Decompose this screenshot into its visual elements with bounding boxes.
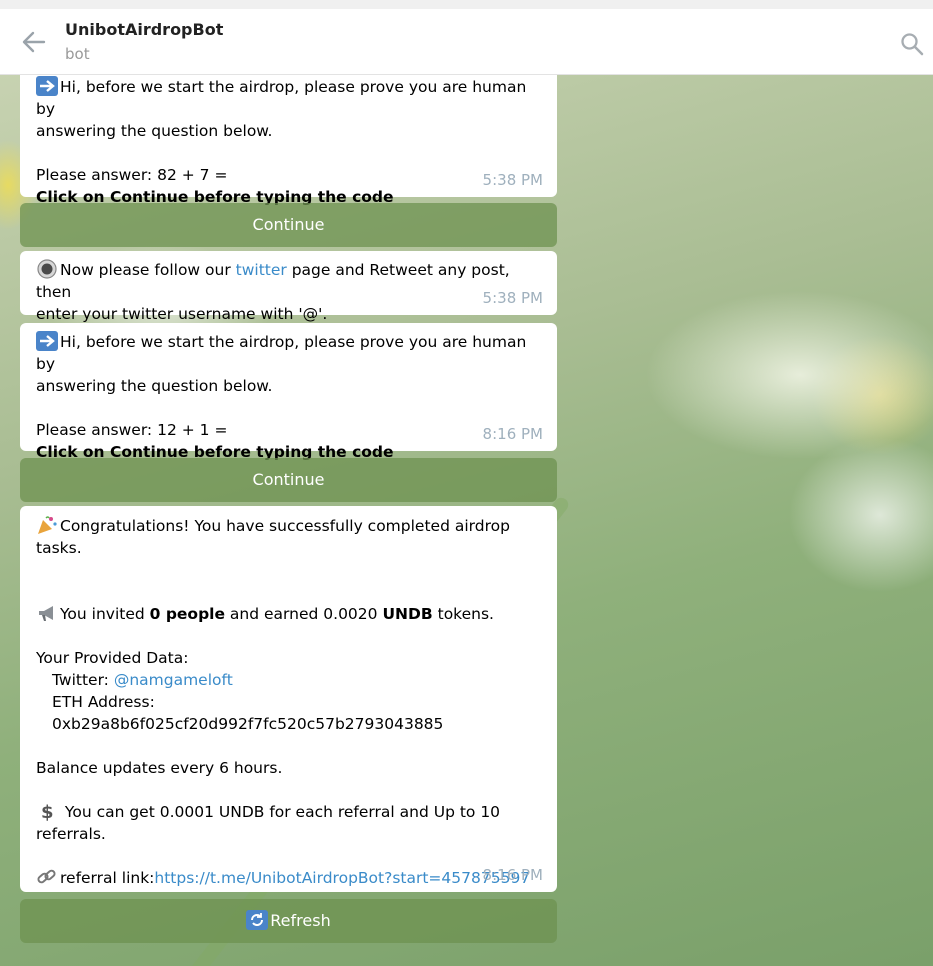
message-text: Congratulations! You have successfully c… [60,517,510,535]
message-text: tokens. [432,605,494,623]
arrow-left-icon[interactable] [20,29,48,55]
bot-message: Congratulations! You have successfully c… [20,506,557,892]
eth-address: ETH Address: 0xb29a8b6f025cf20d992f7fc52… [52,693,444,733]
chat-title[interactable]: UnibotAirdropBot [65,20,223,39]
twitter-label: Twitter: [52,671,114,689]
continue-button[interactable]: Continue [20,458,557,502]
twitter-link[interactable]: twitter [236,261,287,279]
loudspeaker-emoji [39,606,53,621]
message-text: You invited [60,605,150,623]
message-text: Hi, before we start the airdrop, please … [36,78,527,118]
party-popper-emoji [38,516,57,534]
invited-count: 0 people [149,605,225,623]
search-icon[interactable] [900,32,924,56]
message-timestamp: 5:38 PM [482,171,543,189]
message-text: You can get 0.0001 UNDB for each referra… [60,803,501,821]
window-top-strip [0,0,933,9]
message-timestamp: 8:16 PM [482,866,543,884]
message-question: Please answer: 12 + 1 = [36,421,228,439]
balance-note: Balance updates every 6 hours. [36,759,283,777]
right-arrow-emoji [36,76,58,96]
message-text: answering the question below. [36,377,273,395]
message-text: enter your twitter username with '@'. [36,305,328,323]
message-question: Please answer: 82 + 7 = [36,166,228,184]
chat-area[interactable]: Hi, before we start the airdrop, please … [0,75,933,966]
chat-header: UnibotAirdropBot bot [0,9,933,75]
radio-button-emoji [37,259,57,279]
message-text: referrals. [36,825,106,843]
bot-message: Hi, before we start the airdrop, please … [20,323,557,461]
provided-data-heading: Your Provided Data: [36,649,189,667]
twitter-handle-link[interactable]: @namgameloft [114,671,233,689]
dollar-sign-emoji: $ [41,802,54,821]
refresh-button-label: Refresh [270,911,331,930]
message-text: answering the question below. [36,122,273,140]
referral-link[interactable]: https://t.me/UnibotAirdropBot?start=4578… [154,869,530,887]
refresh-button[interactable]: Refresh [20,899,557,943]
link-emoji [37,869,56,884]
message-timestamp: 8:16 PM [482,425,543,443]
refresh-emoji [246,910,269,930]
token-name: UNDB [382,605,433,623]
continue-button[interactable]: Continue [20,203,557,247]
message-text: and earned 0.0020 [225,605,383,623]
svg-text:$: $ [41,802,54,821]
message-timestamp: 5:38 PM [482,289,543,307]
message-text: Now please follow our [60,261,236,279]
chat-subtitle: bot [65,45,90,63]
bot-message: Hi, before we start the airdrop, please … [20,75,557,206]
bot-message: Now please follow our twitter page and R… [20,251,557,323]
referral-link-label: referral link: [60,869,155,887]
message-text: tasks. [36,539,82,557]
message-text: Hi, before we start the airdrop, please … [36,333,527,373]
right-arrow-emoji [36,331,58,351]
